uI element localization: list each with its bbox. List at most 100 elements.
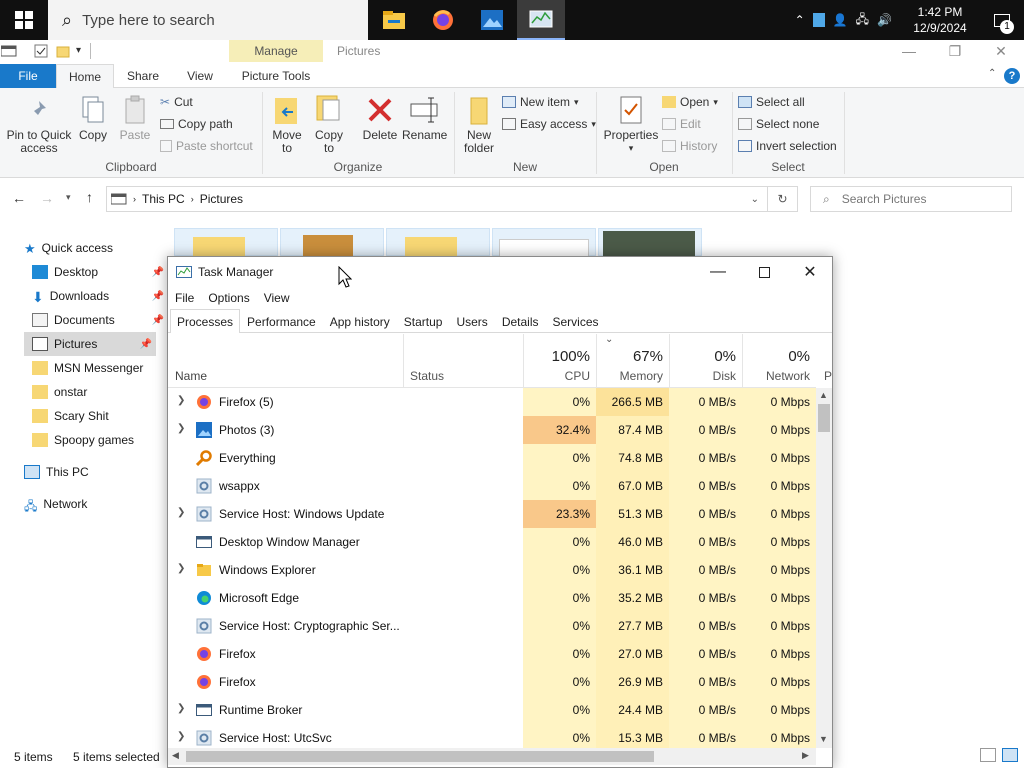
file-thumbnail[interactable] — [174, 228, 278, 257]
menu-options[interactable]: Options — [201, 291, 256, 305]
copy-to-button[interactable]: Copy to — [312, 94, 346, 155]
process-row[interactable]: ❯ Service Host: UtcSvc 0% 15.3 MB 0 MB/s 0 Mb… — [168, 724, 816, 748]
explorer-close-button[interactable]: ✕ — [978, 40, 1024, 62]
edit-button[interactable]: Edit — [662, 114, 701, 134]
tab-details[interactable]: Details — [495, 310, 546, 332]
history-button[interactable]: History — [662, 136, 717, 156]
nav-quick-access[interactable]: ★ Quick access — [24, 236, 160, 260]
properties-button[interactable]: Properties ▾ — [602, 94, 660, 155]
nav-documents[interactable]: Documents 📌 — [32, 308, 168, 332]
process-row[interactable]: Firefox 0% 27.0 MB 0 MB/s 0 Mbps — [168, 640, 816, 668]
tab-file[interactable]: File — [0, 64, 56, 88]
large-icons-view-icon[interactable] — [1002, 748, 1018, 762]
taskbar-file-explorer[interactable] — [370, 0, 418, 40]
column-status-header[interactable]: Status — [403, 334, 523, 388]
tab-startup[interactable]: Startup — [397, 310, 450, 332]
move-to-button[interactable]: Move to — [270, 94, 304, 155]
taskbar-task-manager[interactable] — [517, 0, 565, 40]
scroll-left-arrow-icon[interactable]: ◀ — [172, 750, 179, 761]
start-button[interactable] — [0, 0, 48, 40]
hscrollbar-thumb[interactable] — [186, 751, 654, 762]
process-row[interactable]: ❯ Firefox (5) 0% 266.5 MB 0 MB/s 0 Mbps — [168, 388, 816, 416]
details-view-icon[interactable] — [980, 748, 996, 762]
menu-file[interactable]: File — [168, 291, 201, 305]
file-thumbnail[interactable] — [280, 228, 384, 257]
process-row[interactable]: ❯ Photos (3) 32.4% 87.4 MB 0 MB/s 0 Mbps — [168, 416, 816, 444]
new-folder-qat-icon[interactable] — [56, 44, 70, 58]
nav-pictures[interactable]: Pictures 📌 — [24, 332, 156, 356]
process-row[interactable]: Everything 0% 74.8 MB 0 MB/s 0 Mbps — [168, 444, 816, 472]
address-box[interactable]: › This PC › Pictures ⌄ ↻ — [106, 186, 798, 212]
nav-folder[interactable]: onstar — [32, 380, 168, 404]
taskbar-search-box[interactable]: ⌕ Type here to search — [48, 0, 368, 40]
column-power-partial[interactable]: P — [824, 369, 832, 383]
delete-button[interactable]: Delete — [360, 94, 400, 142]
tm-close-button[interactable]: ✕ — [787, 257, 833, 287]
nav-network[interactable]: 🖧 Network — [24, 492, 160, 516]
paste-shortcut-button[interactable]: Paste shortcut — [160, 136, 253, 156]
refresh-icon[interactable]: ↻ — [767, 187, 797, 211]
process-row[interactable]: wsappx 0% 67.0 MB 0 MB/s 0 Mbps — [168, 472, 816, 500]
process-list-horizontal-scrollbar[interactable]: ◀ ▶ — [168, 748, 816, 765]
copy-path-button[interactable]: Copy path — [160, 114, 233, 134]
tab-users[interactable]: Users — [449, 310, 494, 332]
breadcrumb-pictures[interactable]: Pictures — [200, 192, 243, 206]
file-thumbnail[interactable] — [598, 228, 702, 257]
expand-chevron-icon[interactable]: ❯ — [177, 507, 185, 518]
tab-performance[interactable]: Performance — [240, 310, 323, 332]
breadcrumb-chevron-icon[interactable]: › — [133, 194, 136, 204]
expand-chevron-icon[interactable]: ❯ — [177, 731, 185, 742]
cut-button[interactable]: ✂ Cut — [160, 92, 193, 112]
process-row[interactable]: Desktop Window Manager 0% 46.0 MB 0 MB/s 0 M… — [168, 528, 816, 556]
action-center-button[interactable]: 1 — [984, 0, 1020, 40]
taskbar-firefox[interactable] — [419, 0, 467, 40]
process-row[interactable]: ❯ Runtime Broker 0% 24.4 MB 0 MB/s 0 Mbps — [168, 696, 816, 724]
rename-button[interactable]: Rename — [402, 94, 447, 142]
scrollbar-thumb[interactable] — [818, 404, 830, 432]
nav-folder[interactable]: Scary Shit — [32, 404, 168, 428]
column-disk-header[interactable]: 0% Disk — [669, 334, 742, 388]
new-item-button[interactable]: New item ▾ — [502, 92, 579, 112]
manage-context-tab[interactable]: Manage — [229, 40, 323, 62]
select-none-button[interactable]: Select none — [738, 114, 819, 134]
forward-arrow-icon[interactable]: → — [40, 190, 54, 206]
nav-this-pc[interactable]: This PC — [24, 460, 160, 484]
expand-chevron-icon[interactable]: ❯ — [177, 703, 185, 714]
process-row[interactable]: Firefox 0% 26.9 MB 0 MB/s 0 Mbps — [168, 668, 816, 696]
tab-view[interactable]: View — [172, 64, 228, 88]
column-memory-header[interactable]: ⌄ 67% Memory — [596, 334, 669, 388]
breadcrumb-this-pc[interactable]: This PC — [142, 192, 185, 206]
expand-chevron-icon[interactable]: ❯ — [177, 563, 185, 574]
recent-locations-icon[interactable]: ▾ — [66, 192, 71, 203]
tab-app-history[interactable]: App history — [323, 310, 397, 332]
search-pictures-box[interactable]: ⌕ Search Pictures — [810, 186, 1012, 212]
task-manager-title-bar[interactable]: Task Manager — ✕ — [168, 257, 832, 287]
scroll-down-arrow-icon[interactable]: ▼ — [819, 734, 828, 744]
tab-home[interactable]: Home — [56, 64, 114, 88]
help-icon[interactable]: ? — [1004, 68, 1020, 84]
tm-maximize-button[interactable] — [741, 257, 787, 287]
open-button[interactable]: Open ▾ — [662, 92, 718, 112]
column-name[interactable]: Name — [175, 369, 207, 383]
nav-folder[interactable]: MSN Messenger — [32, 356, 168, 380]
volume-icon[interactable]: 🔊 — [877, 13, 892, 27]
show-hidden-icons-icon[interactable]: ⌃ — [795, 13, 805, 27]
network-tray-icon[interactable]: 🖧 — [856, 10, 869, 31]
scroll-up-arrow-icon[interactable]: ▲ — [819, 390, 828, 400]
explorer-minimize-button[interactable]: — — [886, 40, 932, 62]
process-row[interactable]: ❯ Windows Explorer 0% 36.1 MB 0 MB/s 0 Mbps — [168, 556, 816, 584]
expand-chevron-icon[interactable]: ❯ — [177, 395, 185, 406]
pin-to-quick-access-button[interactable]: Pin to Quick access — [4, 98, 74, 155]
explorer-maximize-button[interactable]: ❐ — [932, 40, 978, 62]
process-row[interactable]: Microsoft Edge 0% 35.2 MB 0 MB/s 0 Mbps — [168, 584, 816, 612]
invert-selection-button[interactable]: Invert selection — [738, 136, 837, 156]
up-arrow-icon[interactable]: ↑ — [86, 189, 93, 205]
file-thumbnail[interactable] — [492, 228, 596, 257]
tray-user-icon[interactable]: 👤 — [833, 13, 848, 27]
new-folder-button[interactable]: New folder — [458, 94, 500, 155]
scroll-right-arrow-icon[interactable]: ▶ — [802, 750, 809, 761]
column-cpu-header[interactable]: 100% CPU — [523, 334, 596, 388]
copy-button[interactable]: Copy — [76, 94, 110, 142]
process-row[interactable]: Service Host: Cryptographic Ser... 0% 27.7… — [168, 612, 816, 640]
process-row[interactable]: ❯ Service Host: Windows Update 23.3% 51.3 M… — [168, 500, 816, 528]
